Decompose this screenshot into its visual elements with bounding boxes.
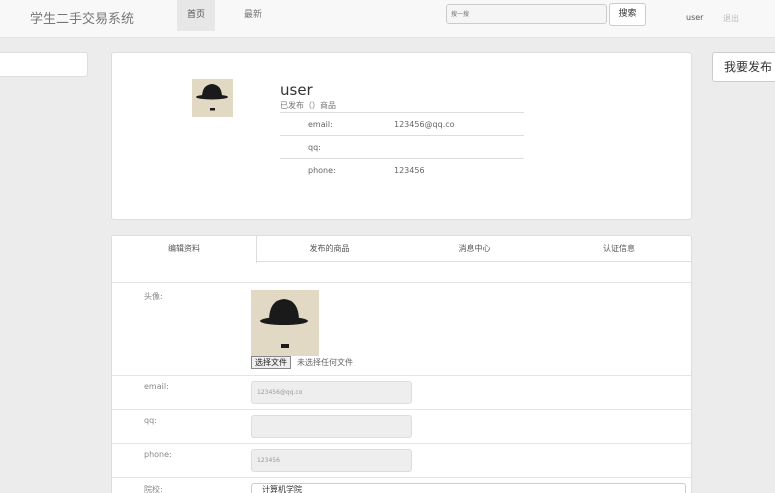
info-key: qq: bbox=[308, 143, 321, 152]
navbar: 学生二手交易系统 首页 最新 搜索 user 退出 bbox=[0, 0, 775, 38]
tab-messages[interactable]: 消息中心 bbox=[402, 236, 547, 262]
info-row-phone: phone: 123456 bbox=[280, 158, 524, 181]
left-sidebar-panel bbox=[0, 52, 88, 77]
info-value: 123456 bbox=[394, 166, 425, 175]
email-field[interactable]: 123456@qq.co bbox=[251, 381, 412, 404]
bowler-hat-icon bbox=[260, 299, 308, 348]
phone-label: phone: bbox=[144, 450, 172, 459]
search-input[interactable] bbox=[446, 4, 607, 24]
nav-latest[interactable]: 最新 bbox=[234, 0, 272, 31]
edit-panel: 编辑资料 发布的商品 消息中心 认证信息 头像: 选择文件 未选择任何文件 em… bbox=[111, 235, 692, 493]
brand-title[interactable]: 学生二手交易系统 bbox=[30, 8, 134, 27]
form-row-qq: qq: bbox=[112, 409, 691, 443]
nav-logout-link[interactable]: 退出 bbox=[723, 13, 739, 24]
info-value: 123456@qq.co bbox=[394, 120, 455, 129]
info-row-qq: qq: bbox=[280, 135, 524, 158]
profile-username: user bbox=[280, 81, 313, 99]
form-row-college: 院校: 计算机学院 bbox=[112, 477, 691, 493]
bowler-hat-icon bbox=[196, 84, 228, 111]
tab-bar: 编辑资料 发布的商品 消息中心 认证信息 bbox=[112, 236, 691, 263]
info-key: phone: bbox=[308, 166, 336, 175]
avatar-label: 头像: bbox=[144, 292, 163, 301]
email-label: email: bbox=[144, 382, 169, 391]
qq-label: qq: bbox=[144, 416, 157, 425]
info-row-email: email: 123456@qq.co bbox=[280, 112, 524, 135]
form-row-avatar: 头像: 选择文件 未选择任何文件 bbox=[112, 282, 691, 375]
phone-field[interactable]: 123456 bbox=[251, 449, 412, 472]
search-button[interactable]: 搜索 bbox=[609, 3, 646, 26]
choose-file-button[interactable]: 选择文件 bbox=[251, 356, 291, 369]
college-label: 院校: bbox=[144, 485, 163, 493]
form-row-phone: phone: 123456 bbox=[112, 443, 691, 477]
profile-card: user 已发布（）商品 email: 123456@qq.co qq: pho… bbox=[111, 52, 692, 220]
college-select[interactable]: 计算机学院 bbox=[251, 483, 686, 493]
file-status: 未选择任何文件 bbox=[297, 358, 353, 367]
tab-published-goods[interactable]: 发布的商品 bbox=[257, 236, 402, 262]
nav-home[interactable]: 首页 bbox=[177, 0, 216, 31]
form-row-email: email: 123456@qq.co bbox=[112, 375, 691, 409]
avatar-preview bbox=[251, 290, 319, 356]
avatar bbox=[192, 79, 233, 117]
publish-button[interactable]: 我要发布 bbox=[712, 52, 775, 82]
qq-field[interactable] bbox=[251, 415, 412, 438]
info-key: email: bbox=[308, 120, 333, 129]
tab-edit-profile[interactable]: 编辑资料 bbox=[112, 236, 257, 263]
published-count: 已发布（）商品 bbox=[280, 101, 336, 110]
tab-verification[interactable]: 认证信息 bbox=[547, 236, 691, 262]
nav-user-link[interactable]: user bbox=[686, 13, 703, 22]
